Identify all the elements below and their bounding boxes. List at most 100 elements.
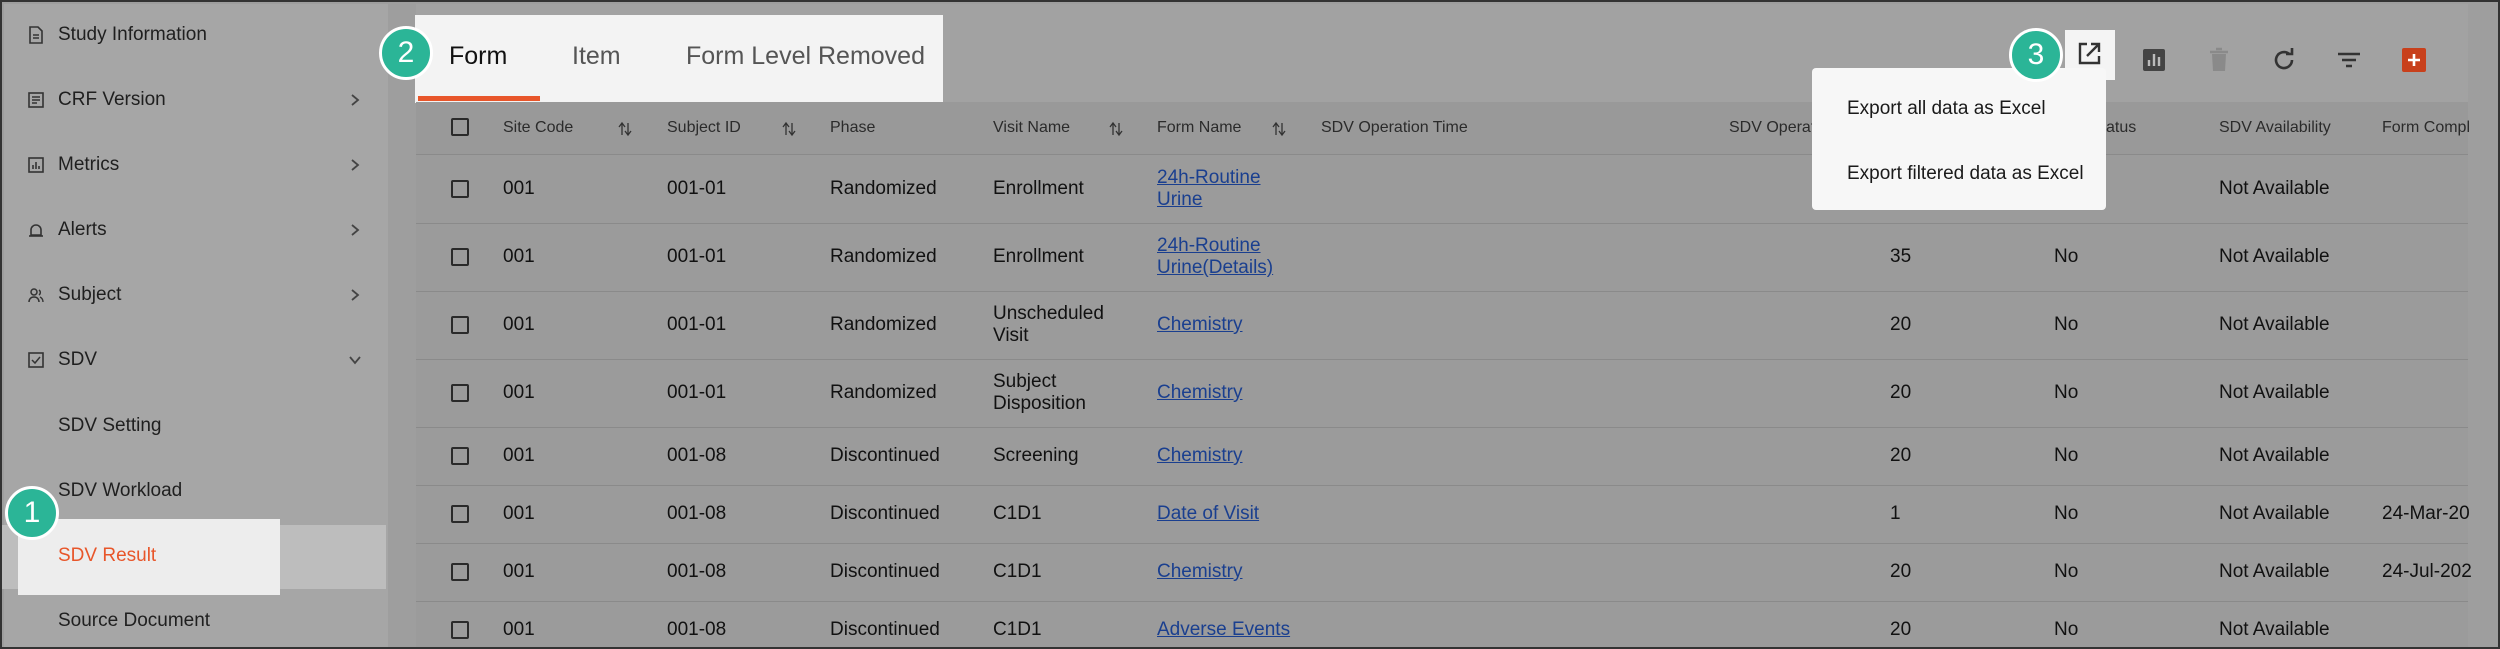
column-header-subject-id[interactable]: Subject ID (667, 119, 741, 137)
form-name-link[interactable]: Urine (1157, 189, 1202, 211)
cell-count: 20 (1890, 561, 1912, 582)
cell-site-code: 001 (503, 445, 535, 466)
chevron-right-icon (348, 223, 362, 237)
sidebar-item-metrics[interactable]: Metrics (2, 133, 386, 197)
form-name-link[interactable]: Adverse Events (1157, 619, 1290, 641)
cell-count: 20 (1890, 445, 1912, 466)
row-checkbox[interactable] (451, 505, 469, 523)
cell-phase: Randomized (830, 246, 937, 267)
cell-status: No (2054, 314, 2079, 335)
callout-badge-3: 3 (2009, 28, 2063, 82)
cell-visit-name: Enrollment (993, 246, 1084, 267)
row-checkbox[interactable] (451, 248, 469, 266)
callout-badge-1: 1 (5, 486, 59, 540)
cell-sdv-availability: Not Available (2219, 246, 2330, 267)
sidebar-item-label: Study Information (58, 24, 207, 45)
cell-subject-id: 001-01 (667, 178, 727, 199)
sort-icon[interactable] (782, 121, 796, 137)
row-checkbox[interactable] (451, 447, 469, 465)
cell-visit-name: C1D1 (993, 503, 1042, 524)
cell-sdv-availability: Not Available (2219, 314, 2330, 335)
add-icon[interactable] (2400, 46, 2428, 74)
cell-sdv-availability: Not Available (2219, 619, 2330, 640)
screenshot-frame: Study Information CRF Version Metrics Al… (0, 0, 2500, 649)
column-header-sdv-operation-time[interactable]: SDV Operation Time (1321, 119, 1468, 137)
column-header-site-code[interactable]: Site Code (503, 119, 573, 137)
cell-visit-name: Disposition (993, 393, 1086, 414)
cell-visit-name: Visit (993, 325, 1029, 346)
active-tab-indicator (418, 96, 540, 101)
form-name-link[interactable]: Chemistry (1157, 314, 1243, 336)
cell-phase: Discontinued (830, 619, 940, 640)
sidebar-subitem-sdv-workload[interactable]: SDV Workload (2, 459, 386, 523)
sidebar-item-study-information[interactable]: Study Information (2, 3, 386, 67)
delete-icon[interactable] (2205, 46, 2233, 74)
row-checkbox[interactable] (451, 180, 469, 198)
sort-icon[interactable] (1109, 121, 1123, 137)
filter-icon[interactable] (2335, 46, 2363, 74)
alarm-icon (27, 221, 45, 239)
sidebar-item-sdv[interactable]: SDV (2, 328, 386, 392)
cell-phase: Discontinued (830, 503, 940, 524)
cell-status: No (2054, 382, 2079, 403)
sidebar-subitem-sdv-setting[interactable]: SDV Setting (2, 394, 386, 458)
column-header-sdv-availability[interactable]: SDV Availability (2219, 119, 2331, 137)
sort-icon[interactable] (618, 121, 632, 137)
cell-form-completed: 24-Jul-202 (2382, 561, 2472, 582)
cell-sdv-availability: Not Available (2219, 561, 2330, 582)
sidebar-subitem-sdv-result[interactable]: SDV Result (58, 545, 156, 567)
column-header-phase[interactable]: Phase (830, 119, 875, 137)
form-name-link[interactable]: Urine(Details) (1157, 257, 1273, 279)
select-all-checkbox[interactable] (451, 118, 469, 136)
chart-icon (27, 156, 45, 174)
cell-status: No (2054, 445, 2079, 466)
export-icon[interactable] (2075, 40, 2103, 68)
cell-count: 20 (1890, 382, 1912, 403)
tab-item[interactable]: Item (572, 42, 621, 71)
sidebar-item-label: Source Document (58, 610, 211, 631)
row-checkbox[interactable] (451, 316, 469, 334)
form-name-link[interactable]: Chemistry (1157, 382, 1243, 404)
tab-form-level-removed[interactable]: Form Level Removed (686, 42, 925, 71)
form-name-link[interactable]: 24h-Routine (1157, 235, 1261, 257)
form-name-link[interactable]: Date of Visit (1157, 503, 1259, 525)
column-header-status[interactable]: atus (2106, 119, 2136, 137)
sidebar-item-label: CRF Version (58, 89, 166, 110)
cell-visit-name: Enrollment (993, 178, 1084, 199)
cell-sdv-availability: Not Available (2219, 382, 2330, 403)
cell-site-code: 001 (503, 503, 535, 524)
form-icon (27, 91, 45, 109)
sidebar-item-subject[interactable]: Subject (2, 263, 386, 327)
sidebar-item-label: SDV Setting (58, 415, 162, 436)
cell-site-code: 001 (503, 382, 535, 403)
cell-subject-id: 001-08 (667, 561, 727, 582)
export-filtered-excel-option[interactable]: Export filtered data as Excel (1847, 163, 2084, 185)
form-name-link[interactable]: Chemistry (1157, 445, 1243, 467)
cell-visit-name: Subject (993, 371, 1057, 392)
sidebar-item-label: SDV (58, 349, 98, 370)
cell-count: 20 (1890, 314, 1912, 335)
bar-chart-icon[interactable] (2140, 46, 2168, 74)
chevron-right-icon (348, 158, 362, 172)
cell-subject-id: 001-08 (667, 445, 727, 466)
column-header-visit-name[interactable]: Visit Name (993, 119, 1070, 137)
export-menu: Export all data as Excel Export filtered… (1812, 68, 2106, 210)
row-checkbox[interactable] (451, 563, 469, 581)
cell-phase: Discontinued (830, 445, 940, 466)
form-name-link[interactable]: Chemistry (1157, 561, 1243, 583)
sidebar-item-alerts[interactable]: Alerts (2, 198, 386, 262)
row-checkbox[interactable] (451, 621, 469, 639)
form-name-link[interactable]: 24h-Routine (1157, 167, 1261, 189)
column-header-form-name[interactable]: Form Name (1157, 119, 1241, 137)
column-header-form-completed[interactable]: Form Compl (2382, 119, 2470, 137)
export-all-excel-option[interactable]: Export all data as Excel (1847, 98, 2046, 120)
row-checkbox[interactable] (451, 384, 469, 402)
sidebar-item-label: Subject (58, 284, 122, 305)
refresh-icon[interactable] (2270, 46, 2298, 74)
tab-form[interactable]: Form (449, 42, 507, 71)
sidebar-subitem-source-document[interactable]: Source Document (2, 589, 386, 647)
cell-status: No (2054, 246, 2079, 267)
people-icon (27, 286, 45, 304)
sort-icon[interactable] (1272, 121, 1286, 137)
sidebar-item-crf-version[interactable]: CRF Version (2, 68, 386, 132)
